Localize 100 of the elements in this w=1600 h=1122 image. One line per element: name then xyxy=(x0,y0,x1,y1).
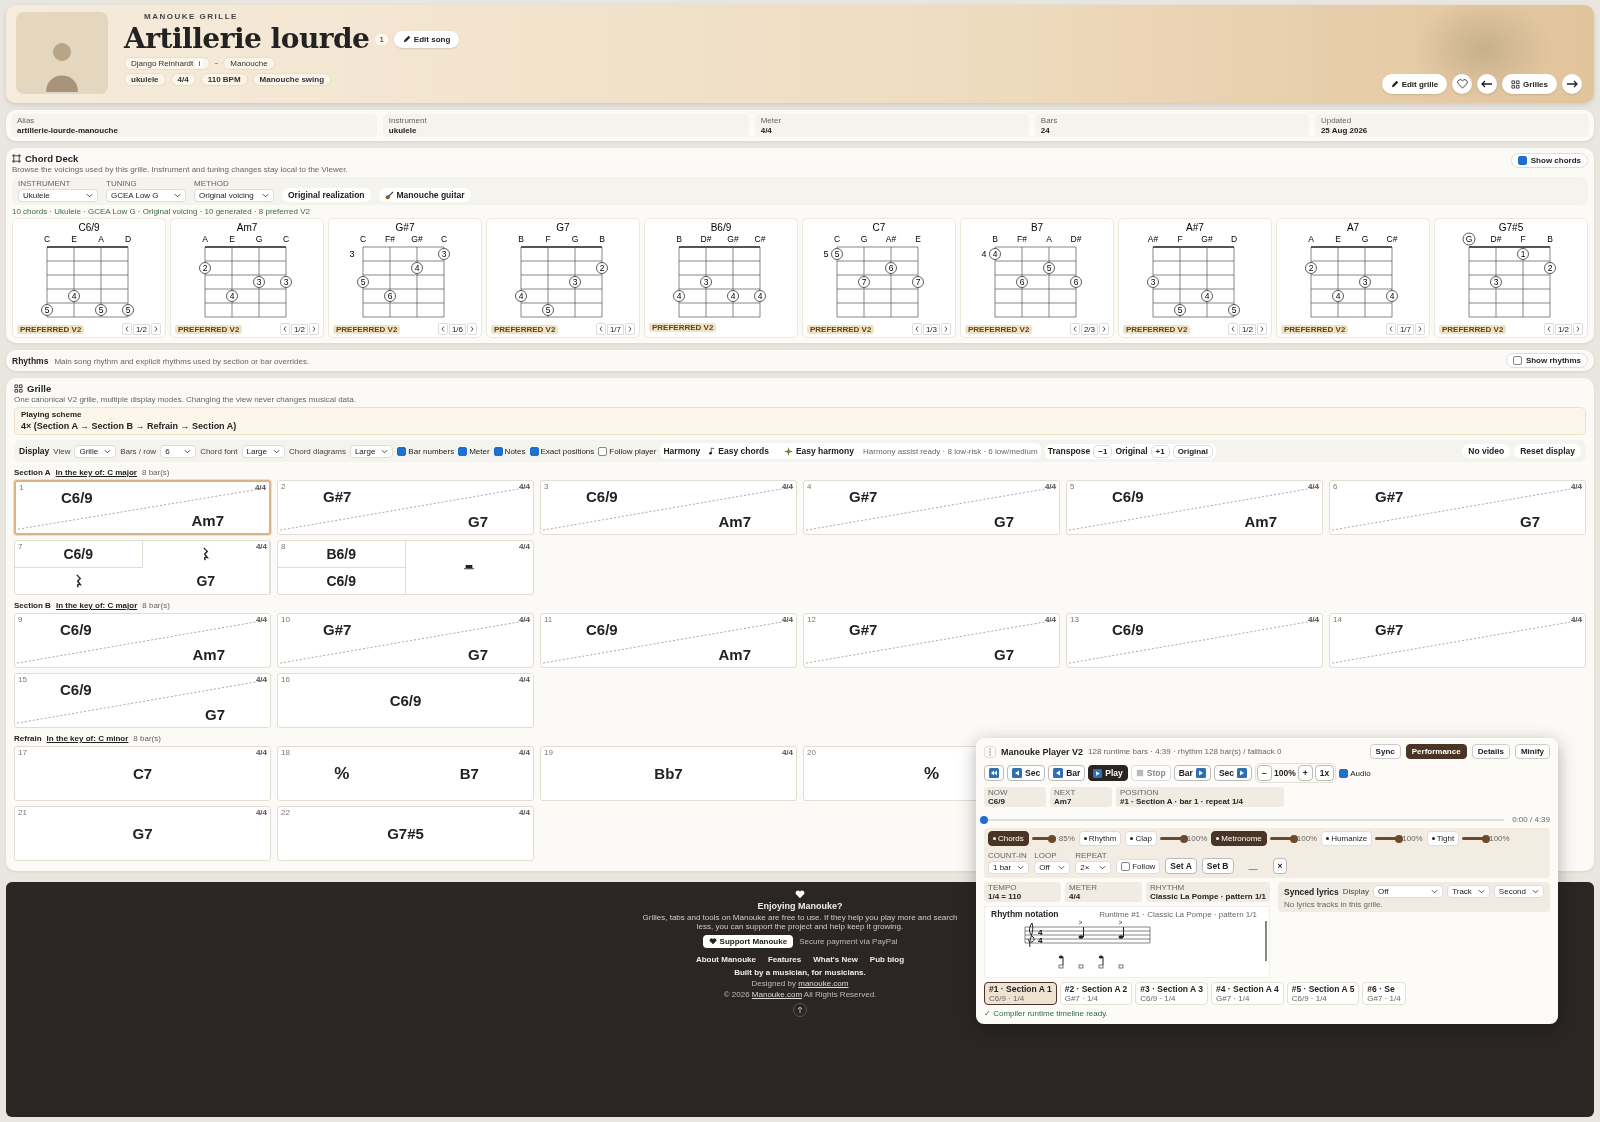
transport-button[interactable]: Bar xyxy=(1048,765,1086,781)
previous-voicing-button[interactable] xyxy=(911,323,922,335)
runtime-bar-tab[interactable]: #3 · Section A 3 C6/9 · 1/4 xyxy=(1135,982,1208,1005)
drag-handle-icon[interactable] xyxy=(984,745,996,758)
display-checkbox[interactable]: Meter xyxy=(458,446,490,456)
next-button[interactable] xyxy=(1562,74,1582,94)
previous-voicing-button[interactable] xyxy=(595,323,606,335)
grille-bar[interactable]: 13 4/4 C6/9 xyxy=(1066,613,1323,668)
grille-bar[interactable]: 9 4/4 C6/9 Am7 xyxy=(14,613,271,668)
grille-bar[interactable]: 3 4/4 C6/9 Am7 xyxy=(540,480,797,535)
runtime-bar-tab[interactable]: #6 · Se G#7 · 1/4 xyxy=(1362,982,1406,1005)
player-mode-tab[interactable]: Performance xyxy=(1405,744,1467,759)
designer-link[interactable]: manouke.com xyxy=(798,979,849,988)
filter-select[interactable]: Ukulele xyxy=(18,189,98,202)
style-chip[interactable]: Manouche xyxy=(223,57,275,70)
display-select[interactable]: Grille xyxy=(74,444,117,458)
player-select[interactable]: Off xyxy=(1034,861,1071,874)
set-b-button[interactable]: Set B xyxy=(1201,858,1234,874)
grille-bar[interactable]: 15 4/4 C6/9 G7 xyxy=(14,673,271,728)
grille-bar[interactable]: 8 B6/9 4/4 C6/9 xyxy=(277,540,534,595)
site-link[interactable]: Manouke.com xyxy=(751,990,803,999)
next-voicing-button[interactable] xyxy=(151,323,161,335)
previous-voicing-button[interactable] xyxy=(121,323,132,335)
volume-slider[interactable] xyxy=(1462,837,1487,840)
manouche-guitar-button[interactable]: Manouche guitar xyxy=(378,188,471,202)
grille-bar[interactable]: 18 4/4 % B7 xyxy=(277,746,534,801)
next-voicing-button[interactable] xyxy=(1099,323,1109,335)
filter-select[interactable]: GCEA Low G xyxy=(106,189,186,202)
runtime-bar-tab[interactable]: #4 · Section A 4 G#7 · 1/4 xyxy=(1211,982,1284,1005)
grille-bar[interactable]: 6 4/4 G#7 G7 xyxy=(1329,480,1586,535)
transpose-down-button[interactable]: −1 xyxy=(1093,444,1113,458)
grilles-button[interactable]: Grilles xyxy=(1502,74,1557,94)
grille-bar[interactable]: 7 C6/9 4/4 G7 xyxy=(14,540,271,595)
next-voicing-button[interactable] xyxy=(467,323,477,335)
stop-button[interactable]: Stop xyxy=(1130,765,1171,781)
lyrics-display-select[interactable]: Off xyxy=(1373,885,1444,898)
grille-bar[interactable]: 14 4/4 G#7 xyxy=(1329,613,1586,668)
previous-voicing-button[interactable] xyxy=(1543,323,1554,335)
edit-grille-button[interactable]: Edit grille xyxy=(1381,74,1448,94)
grille-bar[interactable]: 10 4/4 G#7 G7 xyxy=(277,613,534,668)
filter-select[interactable]: Original voicing xyxy=(194,189,274,202)
mixer-toggle[interactable]: Clap xyxy=(1125,831,1157,846)
previous-button[interactable] xyxy=(1477,74,1498,94)
display-checkbox[interactable]: Exact positions xyxy=(529,446,595,456)
slider-thumb[interactable] xyxy=(1179,834,1188,843)
grille-bar[interactable]: 12 4/4 G#7 G7 xyxy=(803,613,1060,668)
edit-song-button[interactable]: Edit song xyxy=(393,30,460,48)
footer-link[interactable]: Features xyxy=(767,955,802,964)
grille-bar[interactable]: 1 4/4 C6/9 Am7 xyxy=(14,480,271,535)
volume-slider[interactable] xyxy=(1375,837,1400,840)
progress-thumb[interactable] xyxy=(980,815,988,824)
display-checkbox[interactable]: Notes xyxy=(493,446,526,456)
transport-button[interactable]: Sec xyxy=(1007,765,1046,781)
display-select[interactable]: Large xyxy=(349,444,394,458)
transpose-reset-button[interactable]: Original xyxy=(1172,444,1213,458)
mixer-toggle[interactable]: Humanize xyxy=(1321,831,1373,846)
rate-button[interactable]: 1x xyxy=(1314,765,1335,781)
transpose-up-button[interactable]: +1 xyxy=(1150,444,1170,458)
follow-checkbox[interactable]: Follow xyxy=(1116,859,1161,874)
runtime-bar-tab[interactable]: #1 · Section A 1 C6/9 · 1/4 xyxy=(984,982,1057,1005)
lyrics-second-select[interactable]: Second xyxy=(1493,885,1544,898)
next-voicing-button[interactable] xyxy=(1415,323,1425,335)
display-select[interactable]: Large xyxy=(241,444,285,458)
mixer-toggle[interactable]: Rhythm xyxy=(1078,831,1122,846)
play-button[interactable]: Play xyxy=(1088,765,1128,781)
next-voicing-button[interactable] xyxy=(625,323,635,335)
slower-button[interactable]: − xyxy=(1257,765,1272,781)
mixer-toggle[interactable]: Tight xyxy=(1426,831,1460,846)
next-voicing-button[interactable] xyxy=(1257,323,1267,335)
grille-bar[interactable]: 21 4/4 G7 xyxy=(14,806,271,861)
artist-info-badge[interactable]: i xyxy=(195,59,204,68)
footer-link[interactable]: Pub blog xyxy=(869,955,905,964)
player-mode-tab[interactable]: Sync xyxy=(1369,744,1401,759)
artist-chip[interactable]: Django Reinhardt i xyxy=(124,57,211,70)
footer-link[interactable]: About Manouke xyxy=(695,955,756,964)
slider-thumb[interactable] xyxy=(1289,834,1298,843)
mixer-toggle[interactable]: Chords xyxy=(988,831,1029,846)
transport-button[interactable]: Bar xyxy=(1173,765,1211,781)
audio-checkbox[interactable]: Audio xyxy=(1339,768,1371,778)
volume-slider[interactable] xyxy=(1031,837,1056,840)
grille-bar[interactable]: 2 4/4 G#7 G7 xyxy=(277,480,534,535)
faster-button[interactable]: + xyxy=(1297,765,1313,781)
mixer-toggle[interactable]: Metronome xyxy=(1211,831,1267,846)
grille-bar[interactable]: 19 4/4 Bb7 xyxy=(540,746,797,801)
previous-voicing-button[interactable] xyxy=(437,323,448,335)
original-realization-button[interactable]: Original realization xyxy=(282,188,371,202)
skip-to-start-button[interactable] xyxy=(984,765,1004,781)
grille-bar[interactable]: 16 4/4 C6/9 xyxy=(277,673,534,728)
grille-bar[interactable]: 17 4/4 C7 xyxy=(14,746,271,801)
player-mode-tab[interactable]: Minify xyxy=(1514,744,1550,759)
grille-bar[interactable]: 22 4/4 G7#5 xyxy=(277,806,534,861)
display-select[interactable]: 6 xyxy=(160,444,197,458)
toolbar-button[interactable]: No video xyxy=(1462,444,1511,458)
grille-bar[interactable]: 5 4/4 C6/9 Am7 xyxy=(1066,480,1323,535)
show-rhythms-toggle[interactable]: Show rhythms xyxy=(1505,353,1588,368)
clear-loop-button[interactable]: × xyxy=(1272,858,1288,874)
player-mode-tab[interactable]: Details xyxy=(1471,744,1510,759)
toolbar-button[interactable]: Reset display xyxy=(1514,444,1581,458)
slider-thumb[interactable] xyxy=(1395,834,1404,843)
next-voicing-button[interactable] xyxy=(309,323,319,335)
